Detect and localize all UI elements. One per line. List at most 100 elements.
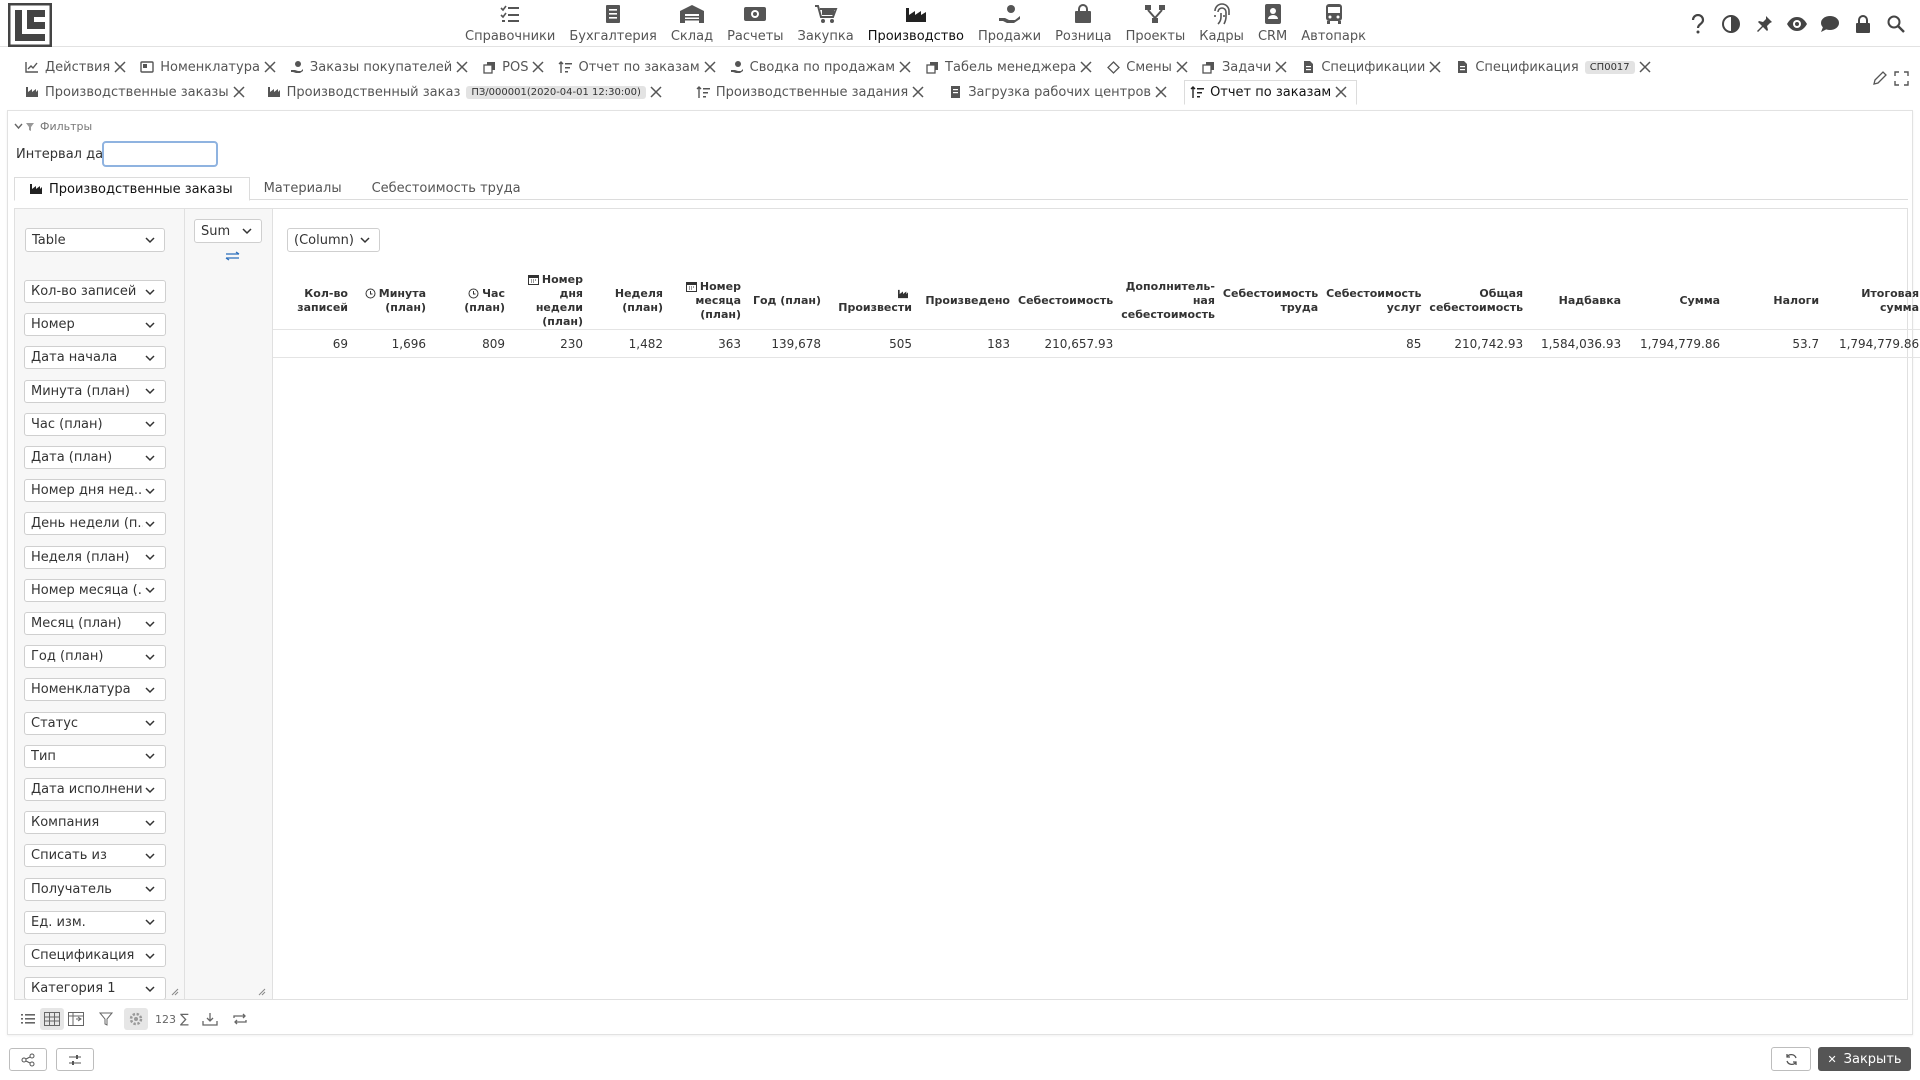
refresh-button[interactable]: [1771, 1047, 1811, 1071]
tab-tasks[interactable]: Задачи: [1197, 55, 1296, 79]
number-format-button[interactable]: 123 ∑: [152, 1008, 192, 1030]
grid-view-icon[interactable]: [40, 1008, 64, 1030]
tab-sales-summary[interactable]: Сводка по продажам: [725, 55, 920, 79]
column-header[interactable]: Год (план): [745, 273, 825, 330]
settings-gear-icon[interactable]: [124, 1008, 148, 1030]
column-header[interactable]: Номер дня недели (план): [509, 273, 587, 330]
column-header[interactable]: Номер месяца (план): [667, 273, 745, 330]
chat-icon[interactable]: [1813, 12, 1846, 36]
nav-item-production[interactable]: Производство: [861, 0, 971, 47]
attribute-field[interactable]: Номер дня нед...: [24, 479, 166, 503]
attribute-field[interactable]: Тип: [24, 744, 166, 768]
column-header[interactable]: Час (план): [430, 273, 509, 330]
attribute-field[interactable]: Неделя (план): [24, 545, 166, 569]
date-interval-input[interactable]: [102, 141, 218, 167]
attribute-field[interactable]: Получатель: [24, 877, 166, 901]
nav-item-hr[interactable]: Кадры: [1192, 0, 1251, 47]
nav-item-fleet[interactable]: Автопарк: [1294, 0, 1373, 47]
attribute-field[interactable]: Минута (план): [24, 379, 166, 403]
close-icon[interactable]: [1274, 60, 1288, 74]
tab-orders-report[interactable]: Отчет по заказам: [553, 55, 724, 79]
close-icon[interactable]: [1079, 60, 1093, 74]
filters-toggle[interactable]: Фильтры: [14, 120, 92, 133]
attribute-field[interactable]: Номер месяца (...: [24, 578, 166, 602]
close-icon[interactable]: [1175, 60, 1189, 74]
eye-icon[interactable]: [1780, 12, 1813, 36]
tab-nomenclature[interactable]: Номенклатура: [135, 55, 285, 79]
tab-shifts[interactable]: Смены: [1101, 55, 1197, 79]
column-header[interactable]: Себестоимость: [1014, 273, 1118, 330]
help-icon[interactable]: [1681, 12, 1714, 36]
close-icon[interactable]: [703, 60, 717, 74]
close-icon[interactable]: [113, 60, 127, 74]
attribute-field[interactable]: Ед. изм.: [24, 910, 166, 934]
swap-axes-icon[interactable]: [225, 251, 241, 261]
column-header[interactable]: Произведено: [916, 273, 1014, 330]
column-header[interactable]: Дополнитель-ная себестоимость: [1117, 273, 1219, 330]
attribute-field[interactable]: Дата исполнения: [24, 778, 166, 801]
refresh-loop-icon[interactable]: [228, 1008, 252, 1030]
close-icon[interactable]: [531, 60, 545, 74]
pivot-view-icon[interactable]: [64, 1008, 88, 1030]
close-button[interactable]: ✕ Закрыть: [1818, 1047, 1911, 1071]
subtab-labor-cost[interactable]: Себестоимость труда: [358, 177, 537, 200]
tab-specifications[interactable]: Спецификации: [1296, 55, 1450, 79]
attribute-field[interactable]: Месяц (план): [24, 612, 166, 635]
attribute-field[interactable]: Час (план): [24, 412, 166, 436]
nav-item-accounting[interactable]: Бухгалтерия: [562, 0, 664, 47]
column-field-select[interactable]: (Column): [287, 228, 380, 252]
search-icon[interactable]: [1879, 12, 1912, 36]
nav-item-payments[interactable]: Расчеты: [720, 0, 790, 47]
attribute-field[interactable]: Кол-во записей: [24, 280, 166, 303]
resize-handle-icon[interactable]: [258, 988, 266, 996]
attribute-field[interactable]: Номер: [24, 313, 166, 337]
attribute-field[interactable]: Статус: [24, 711, 166, 735]
column-header[interactable]: Себестоимость услуг: [1322, 273, 1426, 330]
close-icon[interactable]: [1334, 85, 1348, 99]
list-view-icon[interactable]: [16, 1008, 40, 1030]
aggregator-select[interactable]: Sum: [194, 219, 262, 243]
lock-icon[interactable]: [1846, 12, 1879, 36]
column-header[interactable]: Минута (план): [352, 273, 430, 330]
column-header[interactable]: Итоговая сумма: [1823, 273, 1920, 330]
attribute-field[interactable]: Дата начала: [24, 346, 166, 370]
theme-contrast-icon[interactable]: [1714, 12, 1747, 36]
app-logo[interactable]: [8, 3, 52, 47]
attribute-field[interactable]: Категория 1: [24, 977, 166, 999]
close-icon[interactable]: [649, 85, 663, 99]
nav-item-retail[interactable]: Розница: [1048, 0, 1118, 47]
tab-manager-timesheet[interactable]: Табель менеджера: [920, 55, 1101, 79]
pin-icon[interactable]: [1747, 12, 1780, 36]
renderer-select[interactable]: Table: [25, 228, 165, 252]
attribute-field[interactable]: Дата (план): [24, 446, 166, 469]
attribute-field[interactable]: Год (план): [24, 645, 166, 669]
subtab-materials[interactable]: Материалы: [250, 177, 358, 200]
column-header[interactable]: Произвести: [825, 273, 916, 330]
attribute-field[interactable]: Списать из: [24, 844, 166, 868]
close-icon[interactable]: [898, 60, 912, 74]
close-icon[interactable]: [232, 85, 246, 99]
attribute-field[interactable]: Компания: [24, 811, 166, 835]
nav-item-warehouse[interactable]: Склад: [664, 0, 720, 47]
column-header[interactable]: Налоги: [1724, 273, 1824, 330]
close-icon[interactable]: [455, 60, 469, 74]
close-icon[interactable]: [911, 85, 925, 99]
tab-actions[interactable]: Действия: [20, 55, 135, 79]
tab-customer-orders[interactable]: Заказы покупателей: [285, 55, 477, 79]
tab-production-tasks[interactable]: Производственные задания: [691, 80, 933, 104]
attribute-field[interactable]: Номенклатура: [24, 678, 166, 702]
nav-item-crm[interactable]: CRM: [1251, 0, 1294, 47]
attribute-field[interactable]: День недели (п...: [24, 512, 166, 536]
close-icon[interactable]: [1638, 60, 1652, 74]
share-button[interactable]: [9, 1048, 47, 1071]
column-header[interactable]: Общая себестоимость: [1425, 273, 1528, 330]
column-header[interactable]: Сумма: [1625, 273, 1725, 330]
close-icon[interactable]: [263, 60, 277, 74]
column-header[interactable]: Надбавка: [1527, 273, 1626, 330]
column-header[interactable]: Неделя (план): [587, 273, 667, 330]
close-icon[interactable]: [1428, 60, 1442, 74]
close-icon[interactable]: [1154, 85, 1168, 99]
tab-pos[interactable]: POS: [477, 55, 553, 79]
nav-item-references[interactable]: Справочники: [458, 0, 562, 47]
nav-item-sales[interactable]: Продажи: [971, 0, 1048, 47]
